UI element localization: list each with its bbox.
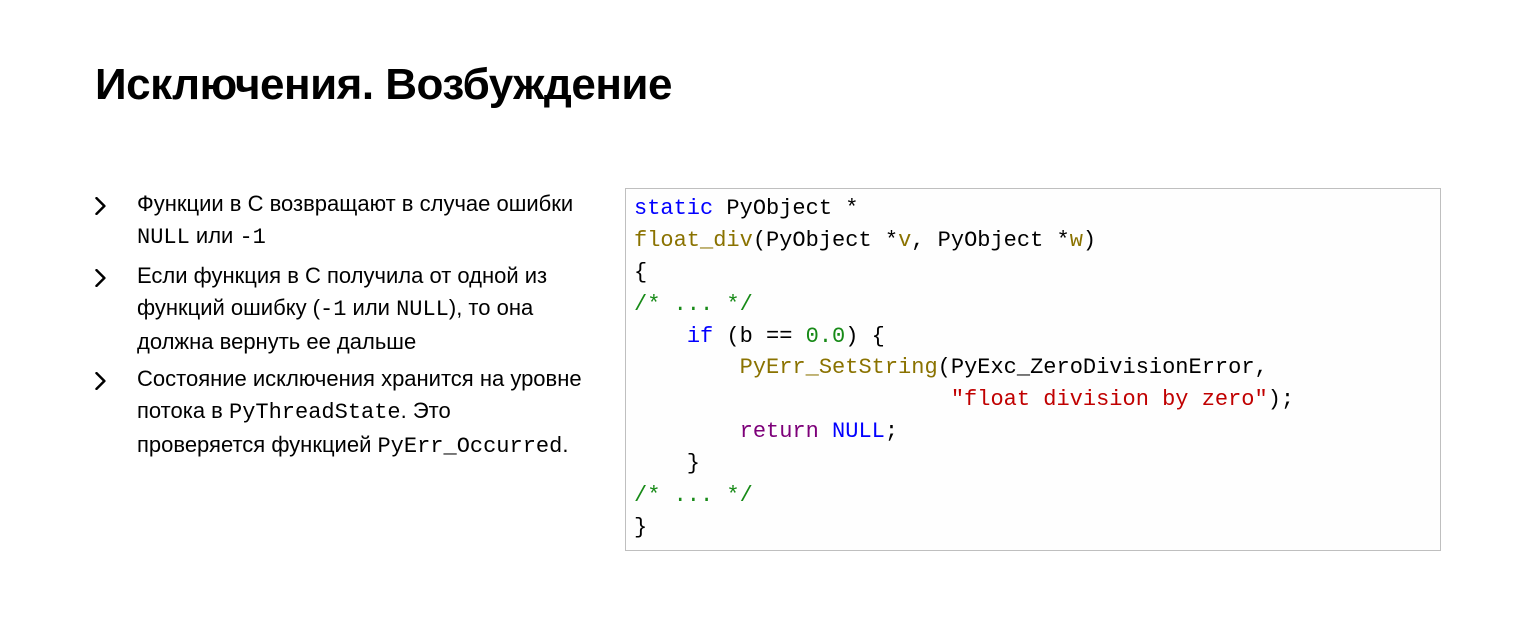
chevron-right-icon [95, 192, 107, 224]
list-item-text: Функции в C возвращают в случае ошибки N… [137, 191, 573, 248]
slide-title: Исключения. Возбуждение [95, 60, 1441, 110]
slide: Исключения. Возбуждение Функции в C возв… [0, 0, 1536, 551]
list-item-text: Если функция в C получила от одной из фу… [137, 263, 547, 354]
list-item: Если функция в C получила от одной из фу… [95, 260, 585, 358]
bullet-list: Функции в C возвращают в случае ошибки N… [95, 188, 585, 463]
list-item: Состояние исключения хранится на уровне … [95, 363, 585, 463]
code-column: static PyObject * float_div(PyObject *v,… [625, 188, 1441, 551]
chevron-right-icon [95, 264, 107, 296]
list-item-text: Состояние исключения хранится на уровне … [137, 366, 582, 457]
slide-content: Функции в C возвращают в случае ошибки N… [95, 188, 1441, 551]
list-item: Функции в C возвращают в случае ошибки N… [95, 188, 585, 254]
chevron-right-icon [95, 367, 107, 399]
code-block: static PyObject * float_div(PyObject *v,… [634, 193, 1432, 544]
code-box: static PyObject * float_div(PyObject *v,… [625, 188, 1441, 551]
bullet-column: Функции в C возвращают в случае ошибки N… [95, 188, 585, 551]
